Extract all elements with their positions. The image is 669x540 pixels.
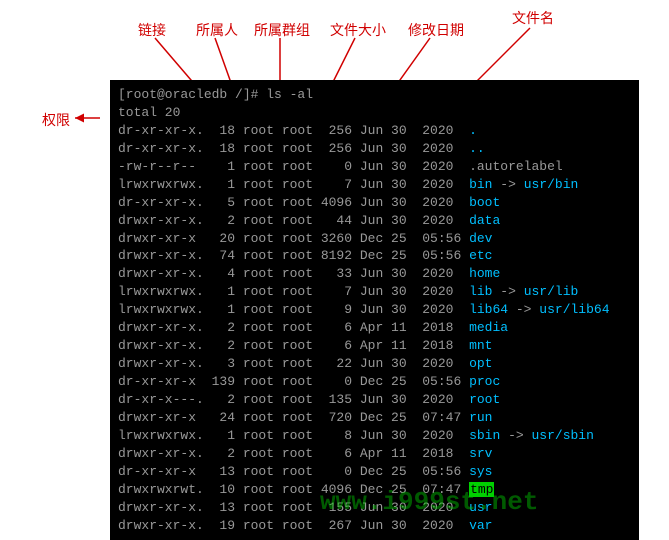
annotations-row: 链接 所属人 所属群组 文件大小 修改日期 文件名	[0, 0, 669, 80]
label-links: 链接	[138, 20, 166, 40]
label-owner: 所属人	[196, 20, 238, 40]
file-listing: dr-xr-xr-x. 18 root root 256 Jun 30 2020…	[118, 122, 631, 535]
label-group: 所属群组	[254, 20, 310, 40]
total-line: total 20	[118, 105, 180, 120]
label-size: 文件大小	[330, 20, 386, 40]
label-permission: 权限	[42, 110, 70, 130]
label-filename: 文件名	[512, 8, 554, 28]
terminal-output: [root@oracledb /]# ls -al total 20 dr-xr-x…	[110, 80, 639, 540]
label-date: 修改日期	[408, 20, 464, 40]
prompt-line: [root@oracledb /]# ls -al	[118, 87, 313, 102]
